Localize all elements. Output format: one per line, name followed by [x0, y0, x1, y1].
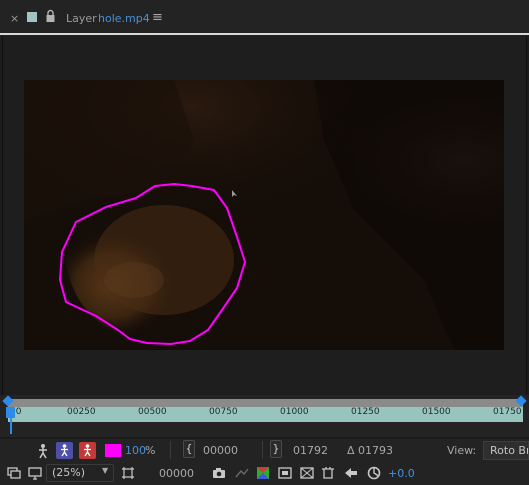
opacity-value[interactable]: 100 — [125, 444, 146, 457]
ruler-tick: 01000 — [280, 407, 309, 417]
ruler-tick: 00250 — [67, 407, 96, 417]
in-point-time[interactable]: 00000 — [203, 444, 238, 457]
separator — [170, 441, 171, 459]
ruler-tick: 01250 — [351, 407, 380, 417]
roto-brush-icon[interactable] — [36, 443, 50, 459]
roto-figure-icon — [84, 444, 91, 457]
ruler-tick: 00500 — [138, 407, 167, 417]
monitor-icon[interactable] — [27, 465, 43, 481]
active-tab-underline — [0, 33, 529, 35]
mouse-cursor-icon — [232, 190, 237, 197]
roto-mask-outline[interactable] — [24, 80, 504, 350]
current-time-indicator[interactable] — [6, 407, 15, 418]
camera-icon[interactable] — [211, 465, 227, 481]
show-snapshot-icon[interactable] — [234, 465, 250, 481]
tab-file-name[interactable]: hole.mp4 — [98, 12, 150, 25]
chevron-down-icon: ▼ — [102, 466, 109, 475]
panel-menu-icon[interactable]: ≡ — [152, 10, 163, 25]
current-time-line — [10, 418, 12, 434]
roto-figure-icon — [61, 444, 68, 457]
lock-icon[interactable] — [45, 9, 56, 23]
region-of-interest-icon[interactable] — [277, 465, 293, 481]
tab-layer-label: Layer — [66, 12, 97, 25]
transparency-grid-icon[interactable] — [299, 465, 315, 481]
separator — [262, 441, 263, 459]
view-label: View: — [447, 444, 477, 457]
resolution-grid-icon[interactable] — [120, 465, 136, 481]
out-point-time[interactable]: 01792 — [293, 444, 328, 457]
reset-exposure-icon[interactable] — [366, 465, 382, 481]
3d-view-icon[interactable] — [320, 465, 336, 481]
ruler-tick: 00750 — [209, 407, 238, 417]
rgb-channels-icon[interactable] — [255, 465, 271, 481]
set-in-point-button[interactable]: { — [183, 440, 195, 458]
exposure-value[interactable]: +0.0 — [388, 467, 415, 480]
time-ruler[interactable]: 00 00250 00500 00750 01000 01250 01500 0… — [8, 407, 523, 422]
current-time-display[interactable]: 00000 — [159, 467, 194, 480]
close-tab-button[interactable]: × — [10, 12, 19, 25]
always-preview-icon[interactable] — [6, 465, 22, 481]
set-out-point-button[interactable]: } — [270, 440, 282, 458]
duration-readout: Δ 01793 — [347, 444, 394, 457]
work-area-bar[interactable] — [8, 399, 523, 407]
fast-preview-icon[interactable] — [343, 465, 359, 481]
opacity-unit: % — [145, 444, 156, 457]
layer-color-swatch — [27, 12, 37, 22]
refine-edge-red-button[interactable] — [79, 442, 96, 459]
mask-color-swatch[interactable] — [105, 444, 121, 457]
view-dropdown[interactable]: Roto Br — [483, 441, 529, 460]
ruler-tick: 01750 — [493, 407, 522, 417]
refine-edge-blue-button[interactable] — [56, 442, 73, 459]
ruler-tick: 01500 — [422, 407, 451, 417]
